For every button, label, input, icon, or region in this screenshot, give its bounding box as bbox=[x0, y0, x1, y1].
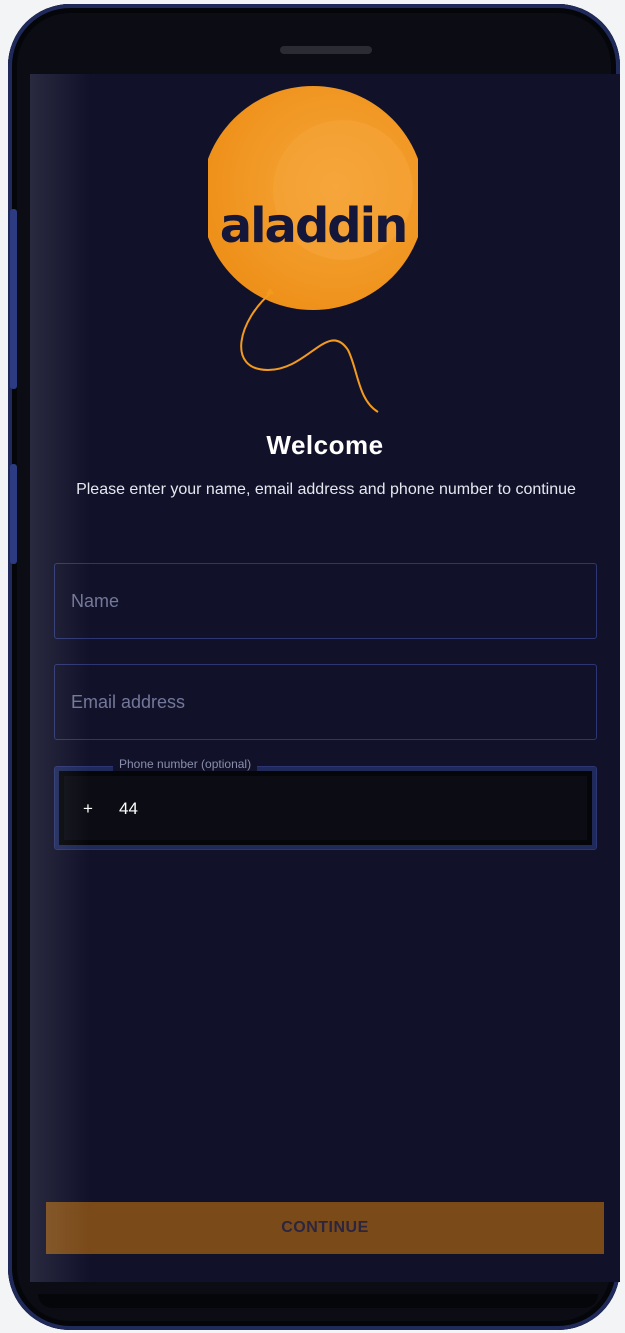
name-field bbox=[54, 563, 597, 639]
email-field bbox=[54, 664, 597, 740]
phone-prefix: + bbox=[83, 799, 93, 818]
speaker-grille bbox=[280, 46, 372, 54]
page-subtitle: Please enter your name, email address an… bbox=[76, 481, 576, 498]
bottom-bezel bbox=[38, 1294, 598, 1308]
phone-country-code[interactable]: 44 bbox=[119, 799, 138, 819]
page-title: Welcome bbox=[266, 430, 384, 460]
phone-label: Phone number (optional) bbox=[113, 757, 258, 771]
side-button bbox=[10, 209, 17, 389]
continue-button[interactable]: CONTINUE bbox=[46, 1202, 604, 1254]
app-screen: aladdin Welcome Please enter your name, … bbox=[30, 74, 620, 1282]
name-input[interactable] bbox=[55, 564, 596, 638]
phone-frame: aladdin Welcome Please enter your name, … bbox=[8, 4, 620, 1330]
side-button bbox=[10, 464, 17, 564]
logo-text: aladdin bbox=[219, 198, 409, 254]
phone-field[interactable]: Phone number (optional) + 44 bbox=[54, 757, 597, 850]
aladdin-logo: aladdin bbox=[201, 80, 425, 420]
email-input[interactable] bbox=[55, 665, 596, 739]
